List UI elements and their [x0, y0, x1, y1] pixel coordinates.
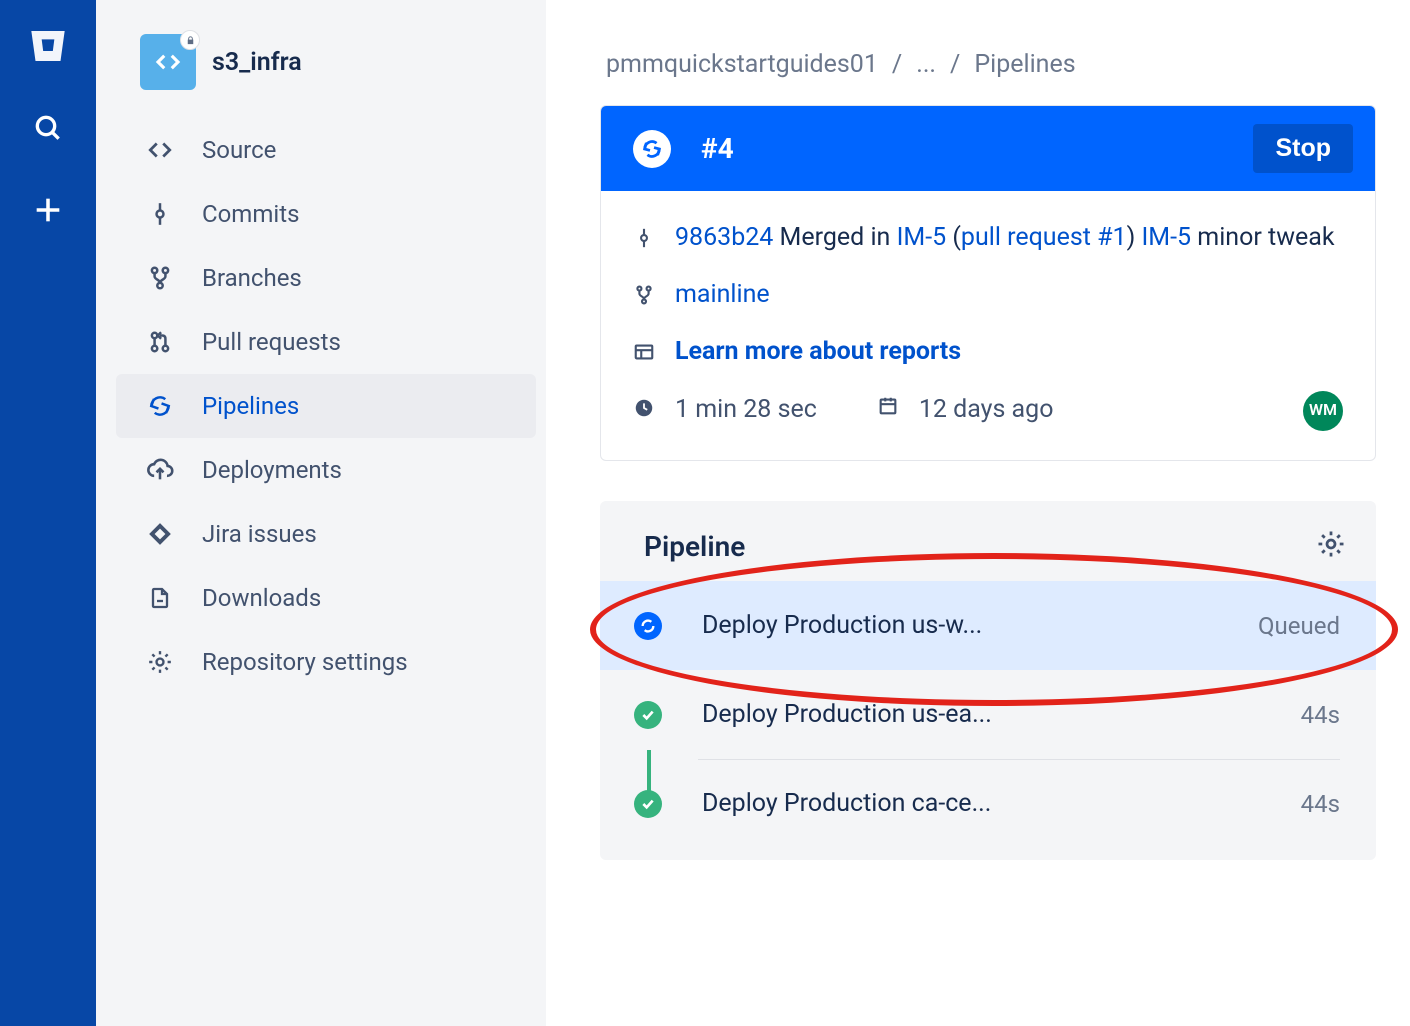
pipeline-step[interactable]: Deploy Production us-ea... 44s — [600, 670, 1376, 759]
commit-text: Merged in — [780, 223, 897, 252]
check-icon — [634, 701, 662, 729]
pipeline-step[interactable]: Deploy Production ca-ce... 44s — [600, 759, 1376, 848]
repo-sidebar: s3_infra Source Commits Branches Pull re… — [96, 0, 546, 1026]
sidebar-item-pull-requests[interactable]: Pull requests — [116, 310, 536, 374]
lock-icon — [180, 30, 200, 50]
step-label: Deploy Production us-ea... — [702, 700, 1301, 729]
sidebar-item-jira[interactable]: Jira issues — [116, 502, 536, 566]
commit-icon — [146, 200, 174, 228]
cloud-up-icon — [146, 456, 174, 484]
sidebar-item-commits[interactable]: Commits — [116, 182, 536, 246]
breadcrumb-ellipsis[interactable]: ... — [916, 50, 936, 79]
reports-link[interactable]: Learn more about reports — [675, 333, 961, 372]
pipeline-summary-card: #4 Stop 9863b24 Merged in IM-5 (pull req… — [600, 105, 1376, 461]
jira-icon — [146, 520, 174, 548]
issue-link[interactable]: IM-5 — [1141, 223, 1191, 252]
bitbucket-logo-icon[interactable] — [24, 22, 72, 70]
sidebar-item-label: Branches — [202, 264, 302, 292]
steps-title: Pipeline — [644, 530, 745, 563]
commit-text: minor tweak — [1191, 223, 1334, 252]
commit-icon — [633, 223, 659, 262]
commit-text: ) — [1127, 223, 1142, 252]
code-icon — [146, 136, 174, 164]
branch-link[interactable]: mainline — [675, 276, 770, 315]
step-meta: 44s — [1301, 790, 1340, 818]
gear-icon — [146, 648, 174, 676]
breadcrumb-workspace[interactable]: pmmquickstartguides01 — [606, 50, 878, 79]
age-text: 12 days ago — [919, 391, 1054, 430]
breadcrumb: pmmquickstartguides01 / ... / Pipelines — [600, 50, 1376, 79]
main-content: pmmquickstartguides01 / ... / Pipelines … — [546, 0, 1410, 1026]
sidebar-item-label: Source — [202, 136, 276, 164]
gear-icon[interactable] — [1316, 529, 1346, 563]
create-icon[interactable] — [24, 186, 72, 234]
sidebar-item-settings[interactable]: Repository settings — [116, 630, 536, 694]
pipeline-step[interactable]: Deploy Production us-w... Queued — [600, 581, 1376, 670]
check-icon — [634, 790, 662, 818]
running-icon — [634, 612, 662, 640]
sidebar-item-label: Commits — [202, 200, 299, 228]
step-label: Deploy Production us-w... — [702, 611, 1258, 640]
pipeline-steps-card: Pipeline Deploy Production us-w... Queue… — [600, 501, 1376, 860]
sidebar-item-label: Jira issues — [202, 520, 317, 548]
breadcrumb-sep: / — [950, 50, 960, 79]
calendar-icon — [877, 391, 903, 430]
pull-request-icon — [146, 328, 174, 356]
file-icon — [146, 584, 174, 612]
clock-icon — [633, 393, 659, 432]
global-rail — [0, 0, 96, 1026]
breadcrumb-page[interactable]: Pipelines — [974, 50, 1075, 79]
pipeline-number: #4 — [701, 132, 734, 165]
branch-icon — [633, 280, 659, 319]
reports-row: Learn more about reports — [633, 333, 1343, 376]
sidebar-item-branches[interactable]: Branches — [116, 246, 536, 310]
duration-text: 1 min 28 sec — [675, 391, 817, 430]
meta-row: 1 min 28 sec 12 days ago WM — [633, 389, 1343, 432]
sidebar-item-label: Downloads — [202, 584, 321, 612]
pr-link[interactable]: pull request #1 — [961, 223, 1127, 252]
sidebar-item-downloads[interactable]: Downloads — [116, 566, 536, 630]
issue-link[interactable]: IM-5 — [897, 223, 947, 252]
branch-row: mainline — [633, 276, 1343, 319]
pipelines-icon — [146, 392, 174, 420]
step-meta: 44s — [1301, 701, 1340, 729]
report-icon — [633, 337, 659, 376]
sidebar-item-label: Pull requests — [202, 328, 341, 356]
commit-row: 9863b24 Merged in IM-5 (pull request #1)… — [633, 219, 1343, 262]
repo-name: s3_infra — [212, 48, 302, 77]
step-meta: Queued — [1258, 612, 1340, 640]
sidebar-item-deployments[interactable]: Deployments — [116, 438, 536, 502]
pipeline-header-bar: #4 Stop — [601, 106, 1375, 191]
sidebar-item-label: Repository settings — [202, 648, 408, 676]
sidebar-item-source[interactable]: Source — [116, 118, 536, 182]
commit-text: ( — [946, 223, 961, 252]
sidebar-item-label: Deployments — [202, 456, 342, 484]
search-icon[interactable] — [24, 104, 72, 152]
stop-button[interactable]: Stop — [1253, 124, 1353, 173]
sidebar-item-pipelines[interactable]: Pipelines — [116, 374, 536, 438]
branch-icon — [146, 264, 174, 292]
running-icon — [633, 130, 671, 168]
repo-header[interactable]: s3_infra — [116, 34, 536, 118]
step-label: Deploy Production ca-ce... — [702, 789, 1301, 818]
commit-hash-link[interactable]: 9863b24 — [675, 223, 773, 252]
breadcrumb-sep: / — [892, 50, 902, 79]
repo-icon — [140, 34, 196, 90]
avatar[interactable]: WM — [1303, 391, 1343, 431]
sidebar-item-label: Pipelines — [202, 392, 299, 420]
